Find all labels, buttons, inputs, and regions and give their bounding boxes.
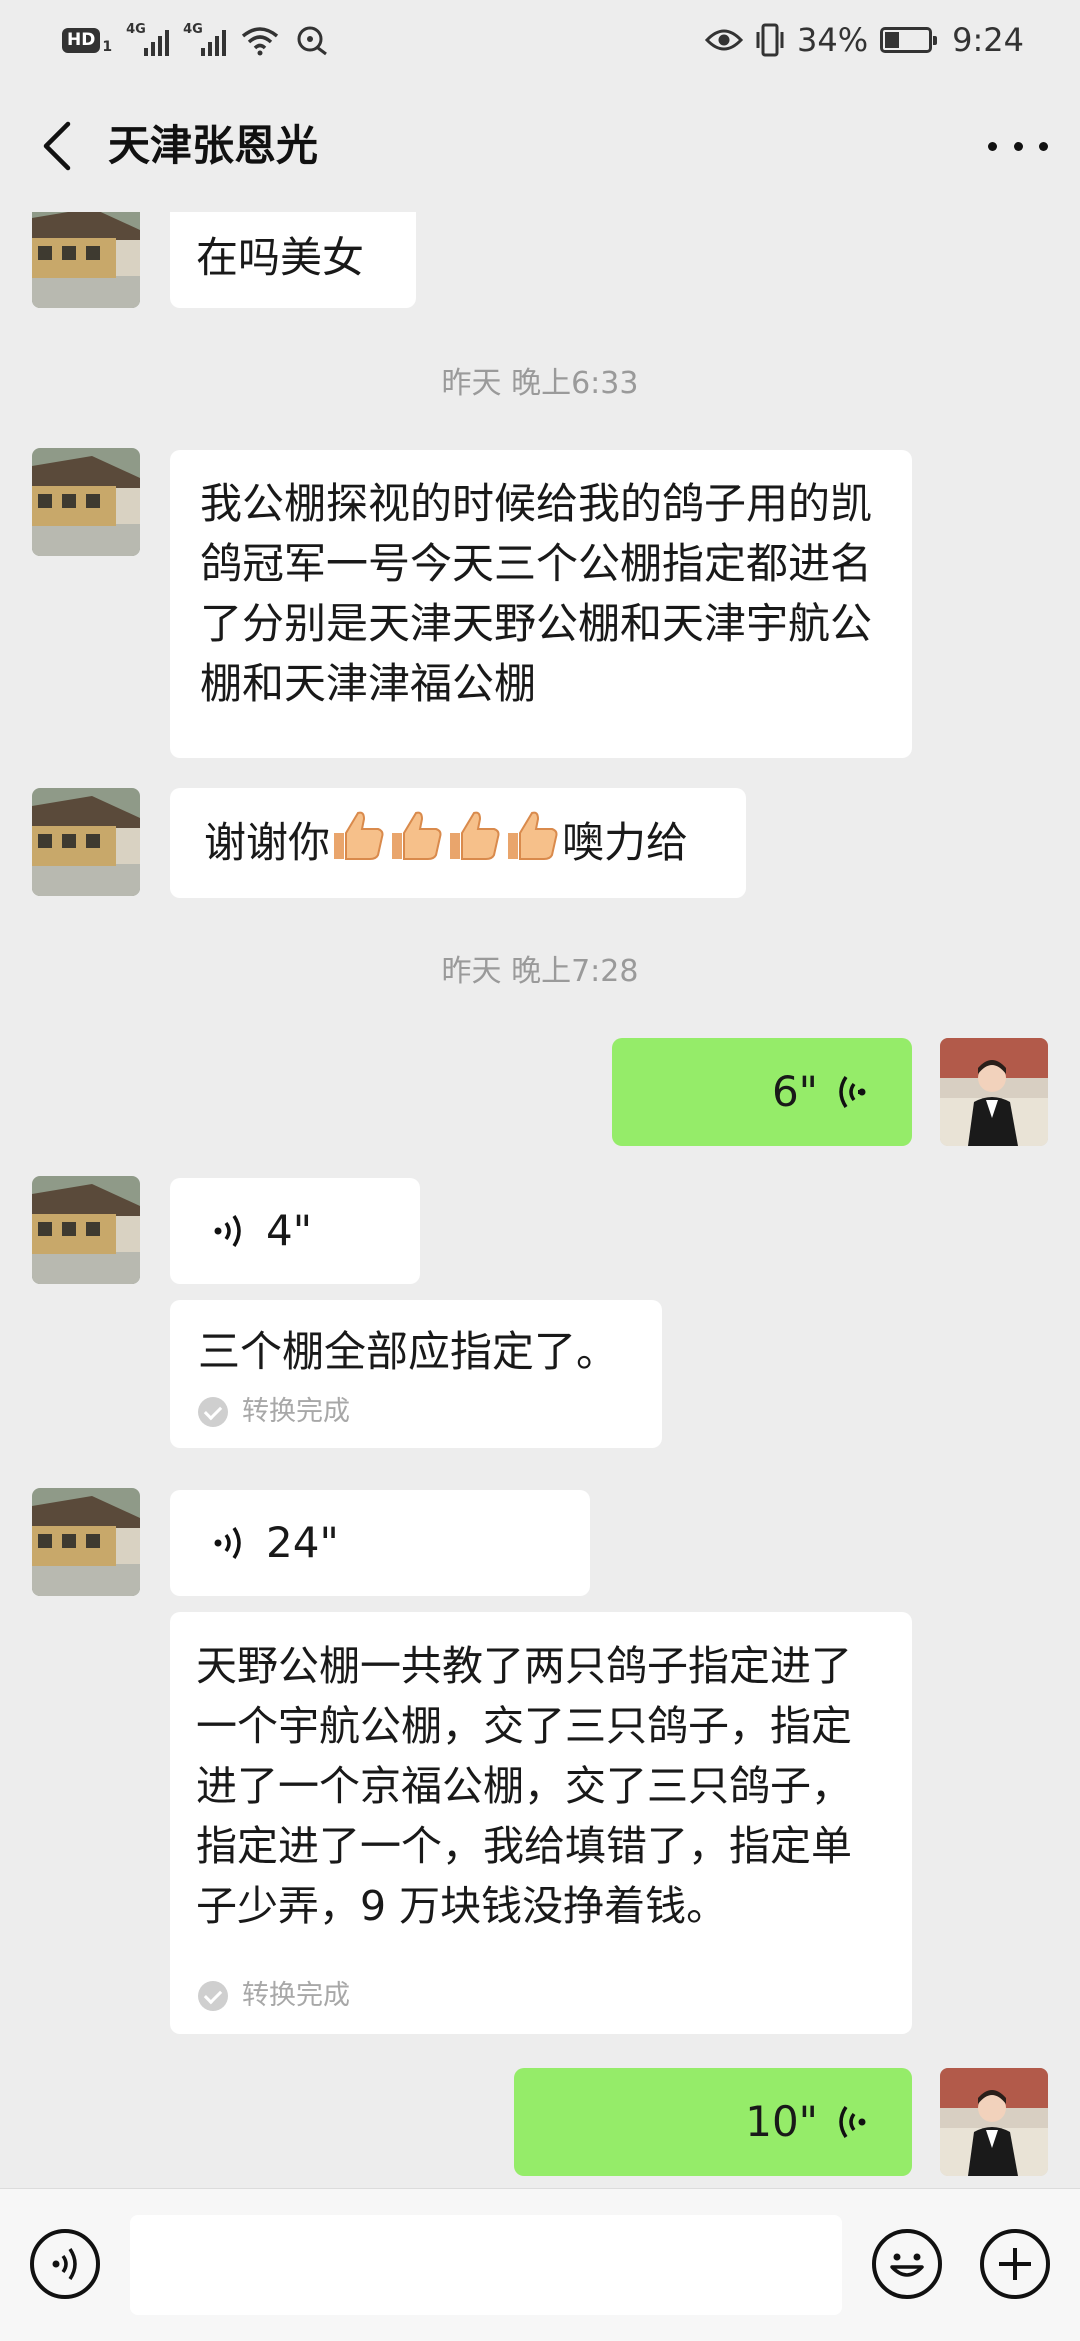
battery-icon bbox=[880, 27, 938, 53]
contact-avatar[interactable] bbox=[32, 1176, 140, 1284]
user-avatar[interactable] bbox=[940, 1038, 1048, 1146]
check-icon bbox=[198, 1981, 228, 2011]
eye-icon bbox=[705, 29, 744, 51]
battery-percent: 34% bbox=[797, 21, 869, 59]
hd-icon: HD bbox=[62, 27, 101, 53]
wifi-icon bbox=[241, 27, 279, 56]
voice-message-bubble[interactable]: 4" bbox=[170, 1178, 420, 1284]
message-bubble[interactable]: 我公棚探视的时候给我的鸽子用的凯鸽冠军一号今天三个公棚指定都进名了分别是天津天野… bbox=[170, 450, 912, 758]
user-avatar[interactable] bbox=[940, 2068, 1048, 2176]
input-bar bbox=[0, 2188, 1080, 2341]
message-list[interactable]: 在吗美女 昨天 晚上6:33 我公棚探视的时候给我的鸽子用的凯鸽冠军一号今天三个… bbox=[0, 212, 1080, 2188]
signal-icon: 4G bbox=[183, 22, 227, 56]
voice-message-bubble[interactable]: 6" bbox=[612, 1038, 912, 1146]
voice-message-bubble[interactable]: 10" bbox=[514, 2068, 912, 2176]
sim-number: 1 bbox=[102, 39, 113, 55]
plus-icon[interactable] bbox=[980, 2229, 1050, 2299]
contact-avatar[interactable] bbox=[32, 212, 140, 308]
more-icon[interactable] bbox=[988, 122, 1048, 170]
voice-wave-icon bbox=[839, 1076, 866, 1108]
voice-mode-icon[interactable] bbox=[30, 2229, 100, 2299]
contact-avatar[interactable] bbox=[32, 448, 140, 556]
message-input[interactable] bbox=[130, 2215, 842, 2315]
voice-transcript-bubble[interactable]: 天野公棚一共教了两只鸽子指定进了一个宇航公棚，交了三只鸽子，指定进了一个京福公棚… bbox=[170, 1612, 912, 2034]
voice-wave-icon bbox=[214, 1527, 241, 1559]
chat-title: 天津张恩光 bbox=[108, 121, 319, 170]
message-bubble[interactable]: 谢谢你 噢力给 bbox=[170, 788, 746, 898]
voice-wave-icon bbox=[839, 2106, 866, 2138]
back-arrow-icon[interactable] bbox=[34, 120, 84, 172]
emoji-icon[interactable] bbox=[872, 2229, 942, 2299]
signal-icon: 4G bbox=[126, 22, 170, 56]
transcript-status: 转换完成 bbox=[198, 1978, 350, 2014]
thumbs-up-icon bbox=[330, 807, 562, 879]
check-icon bbox=[198, 1397, 228, 1427]
voice-message-bubble[interactable]: 24" bbox=[170, 1490, 590, 1596]
voice-transcript-bubble[interactable]: 三个棚全部应指定了。 转换完成 bbox=[170, 1300, 662, 1448]
transcript-status: 转换完成 bbox=[198, 1394, 350, 1430]
status-bar: HD 1 4G 4G 34% 9:24 bbox=[0, 0, 1080, 80]
hotspot-icon bbox=[297, 26, 327, 56]
contact-avatar[interactable] bbox=[32, 788, 140, 896]
clock: 9:24 bbox=[952, 21, 1024, 59]
contact-avatar[interactable] bbox=[32, 1488, 140, 1596]
voice-wave-icon bbox=[214, 1215, 241, 1247]
vibrate-icon bbox=[756, 23, 784, 57]
message-bubble[interactable]: 在吗美女 bbox=[170, 212, 416, 308]
chat-header: 天津张恩光 bbox=[0, 80, 1080, 212]
timestamp: 昨天 晚上6:33 bbox=[441, 366, 639, 401]
timestamp: 昨天 晚上7:28 bbox=[441, 954, 639, 989]
